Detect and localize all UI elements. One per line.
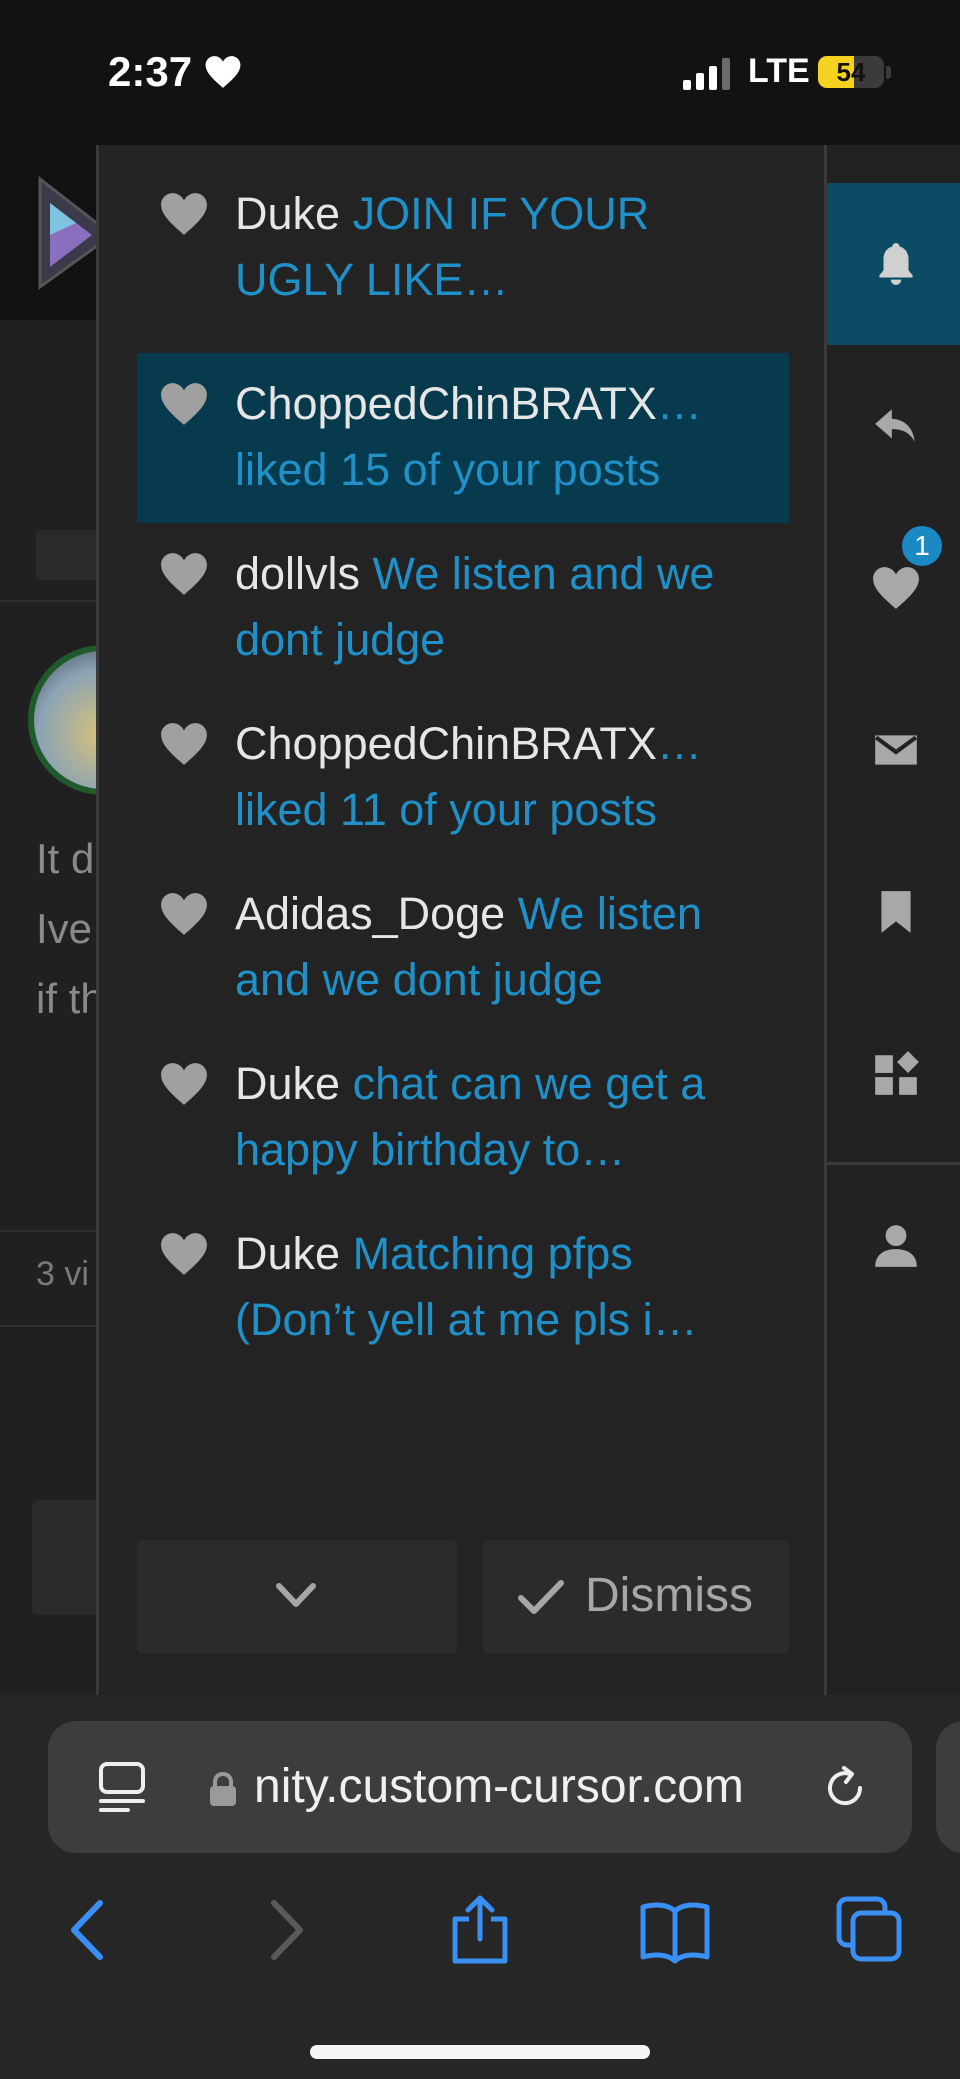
notifications-panel: Duke JOIN IF YOUR UGLY LIKE… ChoppedChinB… — [96, 145, 824, 1695]
dismiss-label: Dismiss — [585, 1569, 753, 1622]
notification-user: Duke — [235, 188, 341, 239]
notification-text: Adidas_Doge We listen and we dont judge — [235, 881, 755, 1013]
heart-icon — [161, 1233, 207, 1275]
notification-text: ChoppedChinBRATX… liked 15 of your posts — [235, 371, 755, 503]
dismiss-button[interactable]: Dismiss — [483, 1540, 789, 1654]
forward-icon[interactable] — [252, 1895, 322, 1965]
signal-icon — [683, 58, 730, 90]
notification-user: ChoppedChinBRATX — [235, 378, 657, 429]
battery-percent: 54 — [836, 57, 866, 87]
battery-nub — [886, 66, 891, 79]
notification-item[interactable]: Duke JOIN IF YOUR UGLY LIKE… — [137, 163, 789, 333]
heart-icon — [205, 56, 241, 88]
notification-item[interactable]: dollvls We listen and we dont judge — [137, 523, 789, 693]
heart-icon — [873, 567, 919, 609]
notification-item[interactable]: Adidas_Doge We listen and we dont judge — [137, 863, 789, 1033]
views-count: 3 vi — [36, 1255, 89, 1293]
bookmarks-book-icon[interactable] — [640, 1895, 710, 1965]
post-text-line: It d — [36, 835, 95, 882]
notification-user: ChoppedChinBRATX — [235, 718, 657, 769]
notification-text: dollvls We listen and we dont judge — [235, 541, 755, 673]
bookmark-icon — [881, 891, 911, 933]
post-text-line: Ive — [36, 905, 93, 952]
chevron-down-icon — [276, 1583, 316, 1607]
address-bar[interactable]: nity.custom-cursor.com — [48, 1721, 912, 1853]
rail-replies[interactable] — [827, 345, 960, 507]
notification-user: Duke — [235, 1228, 341, 1279]
network-label: LTE — [748, 52, 810, 90]
home-indicator[interactable] — [310, 2045, 650, 2059]
notification-item[interactable]: Duke chat can we get a happy birthday to… — [137, 1033, 789, 1203]
page-menu-icon[interactable] — [98, 1761, 146, 1813]
rail-bookmarks[interactable] — [827, 831, 960, 993]
next-tab-peek[interactable] — [936, 1721, 960, 1853]
heart-icon — [161, 1063, 207, 1105]
heart-icon — [161, 553, 207, 595]
notification-user: dollvls — [235, 548, 361, 599]
heart-icon — [161, 723, 207, 765]
post-text-line: if th — [36, 975, 104, 1022]
status-bar: 2:37 LTE 54 — [0, 0, 960, 145]
envelope-icon — [874, 735, 918, 765]
rail-widgets[interactable] — [827, 993, 960, 1155]
heart-icon — [161, 893, 207, 935]
notification-text: Duke Matching pfps (Don’t yell at me pls… — [235, 1221, 755, 1353]
clock: 2:37 — [108, 48, 193, 95]
battery-indicator: 54 — [818, 56, 884, 88]
rail-alerts[interactable] — [827, 183, 960, 345]
rail-account[interactable] — [827, 1165, 960, 1327]
notification-text: Duke JOIN IF YOUR UGLY LIKE… — [235, 181, 755, 313]
rail-messages[interactable] — [827, 669, 960, 831]
notification-item[interactable]: ChoppedChinBRATX… liked 11 of your posts — [137, 693, 789, 863]
browser-toolbar: nity.custom-cursor.com — [0, 1695, 960, 2079]
nav-rail: 1 — [824, 145, 960, 1695]
likes-badge: 1 — [899, 523, 945, 569]
notification-user: Duke — [235, 1058, 341, 1109]
notification-text: Duke chat can we get a happy birthday to… — [235, 1051, 755, 1183]
notification-item[interactable]: Duke Matching pfps (Don’t yell at me pls… — [137, 1203, 789, 1373]
share-icon[interactable] — [445, 1895, 515, 1965]
widgets-icon — [875, 1051, 919, 1095]
check-icon — [518, 1580, 564, 1614]
bell-icon — [879, 243, 913, 285]
heart-icon — [161, 383, 207, 425]
reply-icon — [875, 409, 915, 442]
lock-icon — [210, 1771, 236, 1806]
person-icon — [875, 1225, 917, 1267]
tabs-icon[interactable] — [835, 1895, 905, 1965]
back-icon[interactable] — [52, 1895, 122, 1965]
url-text: nity.custom-cursor.com — [254, 1760, 744, 1813]
notification-item[interactable]: ChoppedChinBRATX… liked 15 of your posts — [137, 353, 789, 523]
notification-text: ChoppedChinBRATX… liked 11 of your posts — [235, 711, 755, 843]
reload-icon[interactable] — [820, 1763, 870, 1813]
notification-user: Adidas_Doge — [235, 888, 506, 939]
heart-icon — [161, 193, 207, 235]
expand-toggle-button[interactable] — [137, 1540, 457, 1654]
